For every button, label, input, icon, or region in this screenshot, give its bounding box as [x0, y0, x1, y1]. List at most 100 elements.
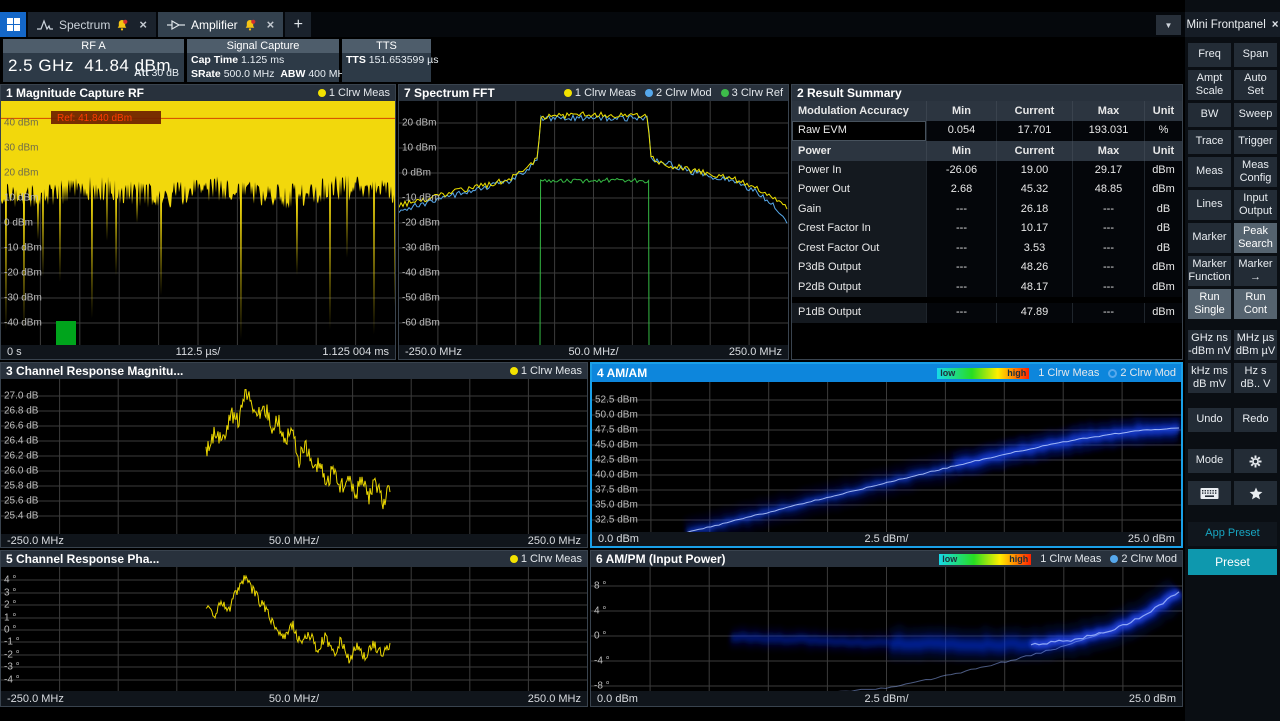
signal-capture-section[interactable]: Signal Capture Cap Time 1.125 ms SRate 5… — [187, 39, 339, 82]
mode-button[interactable]: Mode — [1188, 449, 1231, 473]
meas-button[interactable]: Meas — [1188, 157, 1231, 187]
tab-amplifier[interactable]: Amplifier × — [158, 12, 283, 37]
table-row[interactable]: Gain---26.18---dB — [792, 200, 1182, 220]
table-row[interactable]: P1dB Output---47.89---dBm — [792, 303, 1182, 323]
am-am-plot[interactable]: 52.5 dBm50.0 dBm47.5 dBm45.0 dBm42.5 dBm… — [592, 382, 1181, 532]
tab-close-icon[interactable]: × — [267, 17, 275, 32]
freq-button[interactable]: Freq — [1188, 43, 1231, 67]
legend-item[interactable]: 2 Clrw Mod — [1108, 367, 1176, 379]
rf-info-section[interactable]: RF A 2.5 GHz 41.84 dBm Att 30 dB — [3, 39, 184, 82]
rf-attenuation: Att 30 dB — [134, 67, 179, 79]
tts-section[interactable]: TTS TTS 151.653599 µs — [342, 39, 431, 82]
new-tab-button[interactable]: + — [285, 12, 311, 37]
y-tick: -3 ° — [4, 662, 20, 673]
x-tick-start: -250.0 MHz — [7, 535, 198, 547]
trace-dot-icon — [510, 367, 518, 375]
marker-button[interactable]: Marker → — [1234, 256, 1277, 286]
x-axis: -250.0 MHz 50.0 MHz/ 250.0 MHz — [1, 691, 587, 706]
legend-item[interactable]: 1 Clrw Meas — [1038, 367, 1099, 379]
y-tick: 0 ° — [594, 631, 606, 642]
table-row[interactable]: Crest Factor Out---3.53---dB — [792, 239, 1182, 259]
khz-ms-db-mv-button[interactable]: kHz ms dB mV — [1188, 363, 1231, 393]
table-row[interactable]: Power In-26.0619.0029.17dBm — [792, 161, 1182, 181]
channel-response-phase-plot[interactable]: 4 °3 °2 °1 °0 °-1 °-2 °-3 °-4 ° — [1, 567, 587, 691]
mhz-s-dbm-v-button[interactable]: MHz µs dBm µV — [1234, 330, 1277, 360]
table-row[interactable]: P3dB Output---48.26---dBm — [792, 258, 1182, 278]
table-cell: 48.17 — [996, 278, 1072, 298]
ghz-ns-dbm-nv-button[interactable]: GHz ns -dBm nV — [1188, 330, 1231, 360]
redo-button[interactable]: Redo — [1234, 408, 1277, 432]
peak-search-button[interactable]: Peak Search — [1234, 223, 1277, 253]
run-single-button[interactable]: Run Single — [1188, 289, 1231, 319]
trace-button[interactable]: Trace — [1188, 130, 1231, 154]
gear-button[interactable] — [1234, 449, 1277, 473]
table-row[interactable]: Raw EVM0.05417.701193.031% — [792, 121, 1182, 141]
table-cell: 29.17 — [1072, 161, 1144, 181]
y-tick: 8 ° — [594, 581, 606, 592]
preset-button[interactable]: Preset — [1188, 549, 1277, 575]
y-tick: 27.0 dB — [4, 391, 38, 402]
window-header[interactable]: 7 Spectrum FFT 1 Clrw Meas2 Clrw Mod3 Cl… — [399, 85, 788, 101]
tab-close-icon[interactable]: × — [139, 17, 147, 32]
bw-button[interactable]: BW — [1188, 103, 1231, 127]
legend-item[interactable]: 1 Clrw Meas — [318, 87, 390, 99]
x-axis: -250.0 MHz 50.0 MHz/ 250.0 MHz — [1, 534, 587, 547]
notification-bell-icon — [244, 19, 256, 31]
table-cell: Crest Factor Out — [792, 239, 926, 259]
legend-item[interactable]: 1 Clrw Meas — [510, 553, 582, 565]
y-tick: -10 dBm — [402, 193, 440, 204]
magnitude-capture-plot[interactable]: Ref: 41.840 dBm40 dBm30 dBm20 dBm10 dBm0… — [1, 101, 395, 345]
y-tick: 20 dBm — [402, 118, 436, 129]
marker-function-button[interactable]: Marker Function — [1188, 256, 1231, 286]
legend-item[interactable]: 1 Clrw Meas — [1040, 553, 1101, 565]
legend-item[interactable]: 2 Clrw Mod — [645, 87, 712, 99]
window-header[interactable]: 2 Result Summary — [792, 85, 1182, 101]
table-row[interactable]: Crest Factor In---10.17---dB — [792, 219, 1182, 239]
window-header[interactable]: 6 AM/PM (Input Power) lowhigh1 Clrw Meas… — [591, 551, 1182, 567]
y-tick: 4 ° — [4, 575, 16, 586]
span-button[interactable]: Span — [1234, 43, 1277, 67]
keyboard-button[interactable] — [1188, 481, 1231, 505]
ampt-scale-button[interactable]: Ampt Scale — [1188, 70, 1231, 100]
table-cell: --- — [1072, 239, 1144, 259]
window-header[interactable]: 5 Channel Response Pha... 1 Clrw Meas — [1, 551, 587, 567]
x-tick-scale: 2.5 dBm/ — [790, 693, 983, 705]
trace-dot-icon — [645, 89, 653, 97]
sweep-button[interactable]: Sweep — [1234, 103, 1277, 127]
undo-button[interactable]: Undo — [1188, 408, 1231, 432]
table-row[interactable]: Power Out2.6845.3248.85dBm — [792, 180, 1182, 200]
window-header[interactable]: 3 Channel Response Magnitu... 1 Clrw Mea… — [1, 363, 587, 379]
lines-button[interactable]: Lines — [1188, 190, 1231, 220]
y-tick: -8 ° — [594, 681, 610, 692]
trigger-button[interactable]: Trigger — [1234, 130, 1277, 154]
legend-item[interactable]: 1 Clrw Meas — [510, 365, 582, 377]
input-output-button[interactable]: Input Output — [1234, 190, 1277, 220]
marker-button[interactable]: Marker — [1188, 223, 1231, 253]
run-cont-button[interactable]: Run Cont — [1234, 289, 1277, 319]
tab-spectrum[interactable]: Spectrum × — [28, 12, 156, 37]
panel-close-icon[interactable]: × — [1272, 19, 1279, 31]
channel-response-magnitude-plot[interactable]: 27.0 dB26.8 dB26.6 dB26.4 dB26.2 dB26.0 … — [1, 379, 587, 534]
meas-config-button[interactable]: Meas Config — [1234, 157, 1277, 187]
table-row[interactable]: P2dB Output---48.17---dBm — [792, 278, 1182, 298]
legend-item[interactable]: 1 Clrw Meas — [564, 87, 636, 99]
srate-abw: SRate 500.0 MHz ABW 400 MHz — [187, 67, 339, 81]
density-gradient-legend: lowhigh — [939, 554, 1031, 565]
tab-overflow-button[interactable]: ▼ — [1156, 15, 1181, 35]
x-tick-end: 25.0 dBm — [983, 533, 1175, 545]
legend-label: 3 Clrw Ref — [732, 87, 783, 99]
hz-s-db-v-button[interactable]: Hz s dB.. V — [1234, 363, 1277, 393]
window-header[interactable]: 1 Magnitude Capture RF 1 Clrw Meas — [1, 85, 395, 101]
header-cell: Max — [1072, 101, 1144, 121]
spectrum-fft-plot[interactable]: 20 dBm10 dBm0 dBm-10 dBm-20 dBm-30 dBm-4… — [399, 101, 788, 345]
app-preset-button[interactable]: App Preset — [1188, 522, 1277, 546]
window-header[interactable]: 4 AM/AM lowhigh1 Clrw Meas2 Clrw Mod — [592, 364, 1181, 382]
am-pm-plot[interactable]: 8 °4 °0 °-4 °-8 ° — [591, 567, 1182, 691]
legend-item[interactable]: 2 Clrw Mod — [1110, 553, 1177, 565]
tab-label: Amplifier — [191, 18, 238, 32]
y-tick: -30 dBm — [402, 243, 440, 254]
star-button[interactable] — [1234, 481, 1277, 505]
smartgrid-button[interactable] — [0, 12, 26, 37]
auto-set-button[interactable]: Auto Set — [1234, 70, 1277, 100]
legend-item[interactable]: 3 Clrw Ref — [721, 87, 783, 99]
